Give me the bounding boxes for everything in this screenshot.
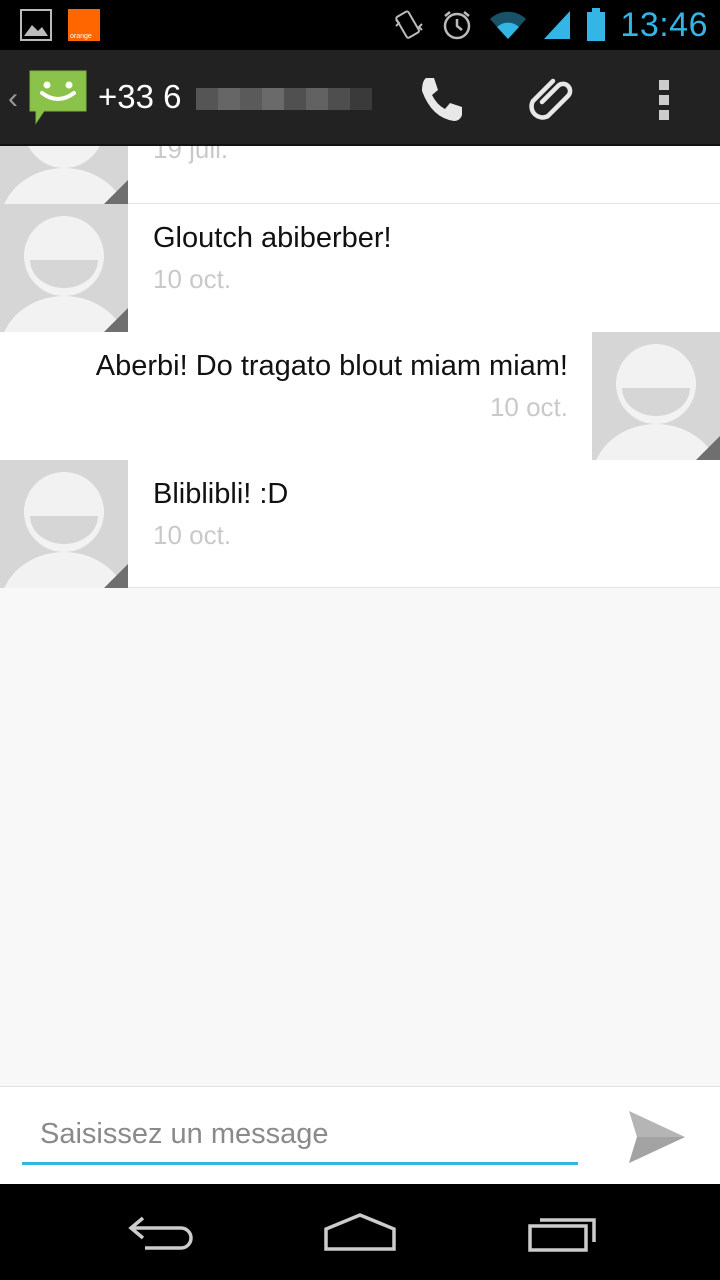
contact-avatar[interactable] <box>0 146 128 204</box>
attach-button[interactable] <box>520 68 584 132</box>
contact-avatar[interactable] <box>0 460 128 588</box>
message-text: Gloutch abiberber! <box>153 222 392 254</box>
overflow-menu-button[interactable] <box>632 68 696 132</box>
message-date: 10 oct. <box>489 392 568 422</box>
message-date: 10 oct. <box>153 264 232 294</box>
contact-name[interactable]: +33 6 <box>98 78 182 116</box>
conversation-list[interactable]: 19 juil. Gloutch abiberber! 10 oct. Aber… <box>0 146 720 1086</box>
messaging-app-icon[interactable] <box>28 67 88 127</box>
action-bar: ‹ +33 6 <box>0 50 720 146</box>
phone-icon <box>422 78 462 121</box>
list-item[interactable]: Aberbi! Do tragato blout miam miam! 10 o… <box>0 332 720 461</box>
avatar-corner <box>104 180 128 204</box>
my-avatar[interactable] <box>592 332 720 460</box>
call-button[interactable] <box>408 68 472 132</box>
alarm-icon <box>444 11 471 40</box>
back-chevron-icon[interactable]: ‹ <box>8 82 18 116</box>
redacted-number <box>196 88 372 110</box>
message-text: Aberbi! Do tragato blout miam miam! <box>95 350 568 382</box>
message-input[interactable] <box>22 1107 578 1165</box>
status-bar: orange 13:46 <box>0 0 720 50</box>
paperclip-icon <box>529 78 573 120</box>
gallery-notification-icon <box>20 9 52 41</box>
message-date: 10 oct. <box>153 520 232 550</box>
clock: 13:46 <box>620 5 708 44</box>
send-button[interactable] <box>622 1105 692 1169</box>
list-item[interactable]: 19 juil. <box>0 146 720 204</box>
nav-back-button[interactable] <box>110 1198 210 1266</box>
nav-home-button[interactable] <box>310 1198 410 1266</box>
contact-avatar[interactable] <box>0 204 128 332</box>
navigation-bar <box>0 1184 720 1280</box>
list-item[interactable]: Gloutch abiberber! 10 oct. <box>0 204 720 333</box>
wifi-icon <box>490 11 527 39</box>
nav-recents-button[interactable] <box>512 1198 612 1266</box>
carrier-logo-text: orange <box>70 33 92 40</box>
battery-icon <box>587 8 606 41</box>
avatar-corner <box>696 436 720 460</box>
compose-bar <box>0 1086 720 1184</box>
overflow-menu-icon <box>659 80 669 120</box>
list-item[interactable]: Bliblibli! :D 10 oct. <box>0 460 720 588</box>
home-icon <box>324 1213 396 1251</box>
back-icon <box>128 1216 193 1250</box>
recent-apps-icon <box>528 1218 596 1252</box>
send-icon <box>629 1111 685 1163</box>
vibrate-icon <box>395 10 424 39</box>
signal-icon <box>544 11 571 39</box>
message-date: 19 juil. <box>153 146 229 164</box>
message-text: Bliblibli! :D <box>153 478 289 510</box>
orange-carrier-icon: orange <box>68 9 100 41</box>
avatar-corner <box>104 564 128 588</box>
avatar-corner <box>104 308 128 332</box>
